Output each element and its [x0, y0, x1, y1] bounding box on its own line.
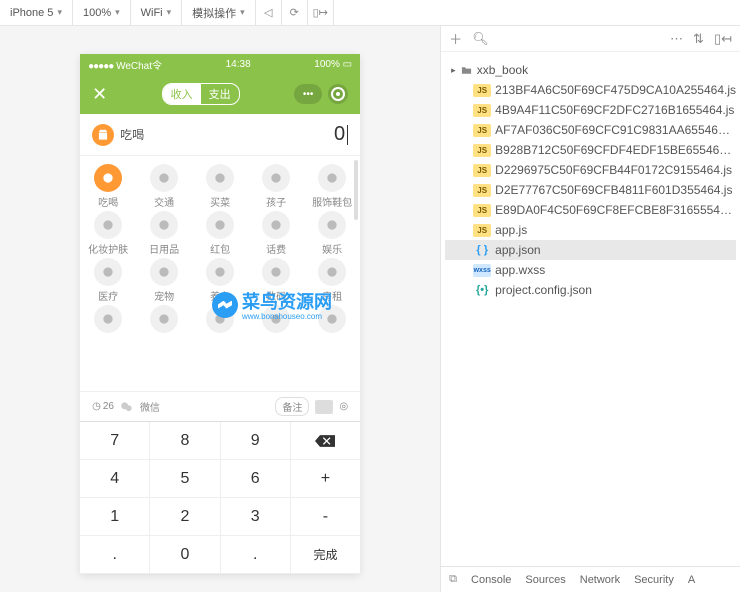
key-7[interactable]: 7 — [80, 422, 150, 460]
file-D2E77767C50F69CFB4811F601D355464.js[interactable]: JSD2E77767C50F69CFB4811F601D355464.js — [445, 180, 736, 200]
category-买菜[interactable]: 买菜 — [195, 164, 245, 209]
category-房租[interactable]: 房租 — [307, 258, 357, 303]
category-empty[interactable] — [307, 305, 357, 335]
key-9[interactable]: 9 — [221, 422, 291, 460]
category-empty[interactable] — [139, 305, 189, 335]
key-2[interactable]: 2 — [150, 498, 220, 536]
category-话费[interactable]: 话费 — [251, 211, 301, 256]
wechat-icon — [120, 400, 134, 414]
category-数码[interactable]: 数码 — [251, 258, 301, 303]
category-化妆护肤[interactable]: 化妆护肤 — [83, 211, 133, 256]
close-icon[interactable]: ✕ — [92, 84, 107, 105]
category-红包[interactable]: 红包 — [195, 211, 245, 256]
zoom-select[interactable]: 100%▾ — [73, 0, 131, 25]
category-label: 吃喝 — [120, 126, 144, 143]
file-app.wxss[interactable]: wxssapp.wxss — [445, 260, 736, 280]
phone-simulator: ●●●●● WeChat令 14:38 100% ▭ ✕ 收入 支出 ••• 吃… — [80, 54, 360, 574]
file-4B9A4F11C50F69CF2DFC2716B1655464.js[interactable]: JS4B9A4F11C50F69CF2DFC2716B1655464.js — [445, 100, 736, 120]
tab-console[interactable]: Console — [471, 574, 511, 586]
category-交通[interactable]: 交通 — [139, 164, 189, 209]
category-empty[interactable] — [195, 305, 245, 335]
tab-audits[interactable]: A — [688, 574, 695, 586]
collapse-icon[interactable]: ▯↤ — [714, 31, 732, 47]
more-dots-icon[interactable]: ⋯ — [670, 31, 683, 47]
category-孩子[interactable]: 孩子 — [251, 164, 301, 209]
key--[interactable]: - — [291, 498, 360, 536]
status-bar: ●●●●● WeChat令 14:38 100% ▭ — [80, 54, 360, 74]
refresh-icon[interactable]: ⟳ — [282, 0, 308, 25]
key-8[interactable]: 8 — [150, 422, 220, 460]
tab-income[interactable]: 收入 — [163, 84, 201, 104]
income-expense-toggle[interactable]: 收入 支出 — [162, 83, 240, 105]
key-1[interactable]: 1 — [80, 498, 150, 536]
tab-sources[interactable]: Sources — [525, 574, 565, 586]
key-0[interactable]: 0 — [150, 536, 220, 574]
file-D2296975C50F69CFB44F0172C9155464.js[interactable]: JSD2296975C50F69CFB44F0172C9155464.js — [445, 160, 736, 180]
device-select[interactable]: iPhone 5▾ — [0, 0, 73, 25]
back-icon[interactable]: ◁ — [256, 0, 282, 25]
category-医疗[interactable]: 医疗 — [83, 258, 133, 303]
text-cursor — [347, 125, 348, 145]
add-icon[interactable]: ＋ — [449, 29, 462, 48]
network-select[interactable]: WiFi▾ — [131, 0, 183, 25]
photo-button[interactable] — [315, 400, 333, 414]
file-app.js[interactable]: JSapp.js — [445, 220, 736, 240]
category-娱乐[interactable]: 娱乐 — [307, 211, 357, 256]
tab-security[interactable]: Security — [634, 574, 674, 586]
file-E89DA0F4C50F69CF8EFCBE8F3165554…[interactable]: JSE89DA0F4C50F69CF8EFCBE8F3165554… — [445, 200, 736, 220]
panel-toggle-icon[interactable]: ⧉ — [449, 573, 457, 586]
key-+[interactable]: + — [291, 460, 360, 498]
file-B928B712C50F69CFDF4EDF15BE65546…[interactable]: JSB928B712C50F69CFDF4EDF15BE65546… — [445, 140, 736, 160]
category-吃喝[interactable]: 吃喝 — [83, 164, 133, 209]
key-.[interactable]: . — [221, 536, 291, 574]
amount-display: 0 — [334, 123, 345, 146]
key-3[interactable]: 3 — [221, 498, 291, 536]
category-日用品[interactable]: 日用品 — [139, 211, 189, 256]
category-empty[interactable] — [83, 305, 133, 335]
file-app.json[interactable]: { }app.json — [445, 240, 736, 260]
key-del[interactable] — [291, 422, 360, 460]
settings-icon[interactable]: ⇅ — [693, 31, 704, 47]
remark-button[interactable]: 备注 — [275, 397, 309, 416]
tab-expense[interactable]: 支出 — [201, 84, 239, 104]
category-empty[interactable] — [251, 305, 301, 335]
key-5[interactable]: 5 — [150, 460, 220, 498]
scrollbar[interactable] — [354, 160, 358, 220]
location-icon[interactable]: ◎ — [339, 401, 348, 412]
simulate-select[interactable]: 模拟操作▾ — [182, 0, 256, 25]
category-badge — [92, 124, 114, 146]
key-.[interactable]: . — [80, 536, 150, 574]
key-6[interactable]: 6 — [221, 460, 291, 498]
target-icon[interactable] — [328, 84, 348, 104]
file-AF7AF036C50F69CFC91C9831AA65546…[interactable]: JSAF7AF036C50F69CFC91C9831AA65546… — [445, 120, 736, 140]
category-宠物[interactable]: 宠物 — [139, 258, 189, 303]
file-project.config.json[interactable]: {•}project.config.json — [445, 280, 736, 300]
eye-icon[interactable]: ▯↦ — [308, 0, 334, 25]
category-服饰鞋包[interactable]: 服饰鞋包 — [307, 164, 357, 209]
more-icon[interactable]: ••• — [294, 84, 322, 104]
file-213BF4A6C50F69CF475D9CA10A255464.js[interactable]: JS213BF4A6C50F69CF475D9CA10A255464.js — [445, 80, 736, 100]
key-完成[interactable]: 完成 — [291, 536, 360, 574]
tab-network[interactable]: Network — [580, 574, 620, 586]
category-养车[interactable]: 养车 — [195, 258, 245, 303]
wechat-label: 微信 — [140, 399, 160, 414]
date-picker[interactable]: ◷ 26 — [92, 401, 114, 412]
search-icon[interactable]: 🔍︎ — [472, 31, 489, 47]
folder-root[interactable]: ▸ xxb_book — [445, 60, 736, 80]
key-4[interactable]: 4 — [80, 460, 150, 498]
